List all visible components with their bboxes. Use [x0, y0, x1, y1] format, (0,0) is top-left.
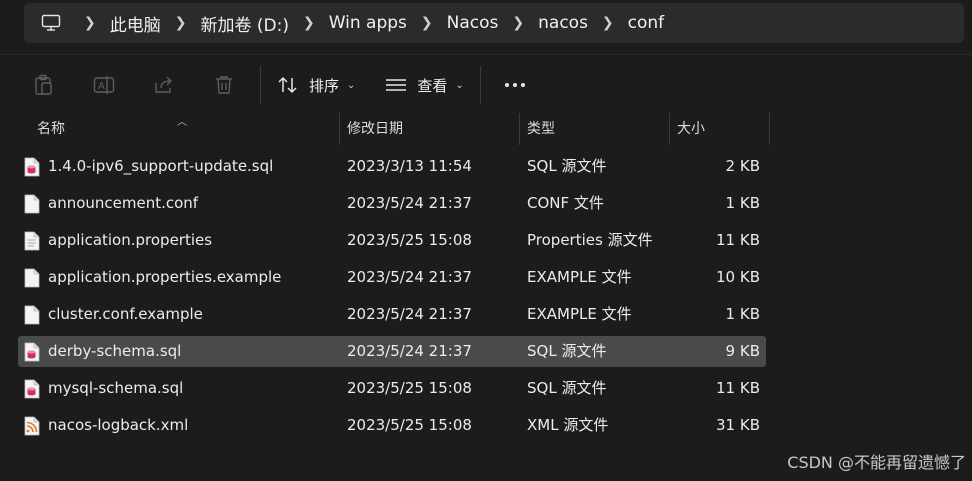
address-bar[interactable]: ❯ 此电脑 ❯ 新加卷 (D:) ❯ Win apps ❯ Nacos ❯ na…	[24, 3, 964, 43]
file-modified: 2023/5/24 21:37	[347, 342, 472, 360]
file-modified: 2023/5/25 15:08	[347, 416, 472, 434]
file-row-selected[interactable]: derby-schema.sql 2023/5/24 21:37 SQL 源文件…	[18, 336, 766, 367]
blank-file-icon	[24, 268, 40, 288]
file-modified: 2023/5/24 21:37	[347, 268, 472, 286]
file-type: XML 源文件	[527, 416, 609, 434]
breadcrumb-drive-d[interactable]: 新加卷 (D:)	[200, 11, 289, 36]
delete-icon[interactable]	[194, 65, 254, 105]
file-type: Properties 源文件	[527, 231, 653, 249]
file-name: derby-schema.sql	[48, 342, 182, 360]
command-bar: A 排序 ⌄ 查看 ⌄	[0, 54, 972, 115]
column-header-row: ︿ 名称 修改日期 类型 大小	[0, 113, 972, 145]
toolbar-divider	[479, 66, 481, 104]
file-row[interactable]: cluster.conf.example 2023/5/24 21:37 EXA…	[18, 299, 766, 330]
column-resize-handle[interactable]	[519, 113, 520, 145]
chevron-right-icon[interactable]: ❯	[421, 15, 433, 31]
file-size: 31 KB	[716, 416, 760, 434]
file-size: 2 KB	[725, 157, 760, 175]
file-modified: 2023/5/25 15:08	[347, 379, 472, 397]
file-type: SQL 源文件	[527, 157, 607, 175]
column-header-modified[interactable]: 修改日期	[347, 113, 403, 145]
xml-file-icon	[24, 416, 40, 436]
sql-file-icon	[24, 157, 40, 177]
file-row[interactable]: announcement.conf 2023/5/24 21:37 CONF 文…	[18, 188, 766, 219]
column-header-type[interactable]: 类型	[527, 113, 555, 145]
file-row[interactable]: application.properties 2023/5/25 15:08 P…	[18, 225, 766, 256]
file-size: 1 KB	[725, 194, 760, 212]
column-resize-handle[interactable]	[769, 113, 770, 145]
sort-label: 排序	[309, 76, 340, 95]
file-size: 11 KB	[716, 379, 760, 397]
file-name: 1.4.0-ipv6_support-update.sql	[48, 157, 274, 175]
text-file-icon	[24, 231, 40, 251]
sort-icon	[277, 76, 299, 94]
file-name: application.properties	[48, 231, 213, 249]
file-name: announcement.conf	[48, 194, 199, 212]
share-icon[interactable]	[134, 65, 194, 105]
chevron-right-icon[interactable]: ❯	[303, 15, 315, 31]
file-modified: 2023/5/24 21:37	[347, 305, 472, 323]
breadcrumb-this-pc[interactable]: 此电脑	[110, 11, 161, 36]
file-size: 11 KB	[716, 231, 760, 249]
view-list-icon	[385, 77, 407, 93]
blank-file-icon	[24, 194, 40, 214]
file-modified: 2023/5/25 15:08	[347, 231, 472, 249]
file-modified: 2023/5/24 21:37	[347, 194, 472, 212]
chevron-right-icon[interactable]: ❯	[175, 15, 187, 31]
file-type: CONF 文件	[527, 194, 604, 212]
column-resize-handle[interactable]	[339, 113, 340, 145]
this-pc-icon[interactable]	[40, 12, 62, 34]
file-row[interactable]: mysql-schema.sql 2023/5/25 15:08 SQL 源文件…	[18, 373, 766, 404]
file-type: SQL 源文件	[527, 342, 607, 360]
file-row[interactable]: nacos-logback.xml 2023/5/25 15:08 XML 源文…	[18, 410, 766, 441]
breadcrumb-conf[interactable]: conf	[628, 13, 665, 33]
file-list: 1.4.0-ipv6_support-update.sql 2023/3/13 …	[18, 151, 766, 447]
file-type: EXAMPLE 文件	[527, 268, 632, 286]
paste-icon[interactable]	[14, 65, 74, 105]
sql-file-icon	[24, 379, 40, 399]
sql-file-icon	[24, 342, 40, 362]
file-size: 10 KB	[716, 268, 760, 286]
file-type: SQL 源文件	[527, 379, 607, 397]
chevron-down-icon: ⌄	[455, 79, 464, 91]
file-name: cluster.conf.example	[48, 305, 203, 323]
file-name: nacos-logback.xml	[48, 416, 189, 434]
file-size: 9 KB	[725, 342, 760, 360]
column-header-name[interactable]: 名称	[37, 113, 65, 145]
chevron-down-icon: ⌄	[347, 79, 356, 91]
file-type: EXAMPLE 文件	[527, 305, 632, 323]
view-label: 查看	[417, 76, 448, 95]
column-resize-handle[interactable]	[669, 113, 670, 145]
blank-file-icon	[24, 305, 40, 325]
chevron-right-icon[interactable]: ❯	[84, 15, 96, 31]
breadcrumb-nacos[interactable]: nacos	[538, 13, 588, 33]
view-button[interactable]: 查看 ⌄	[375, 65, 473, 105]
more-options-icon[interactable]	[487, 65, 543, 105]
toolbar-divider	[260, 66, 261, 104]
watermark-text: CSDN @不能再留遗憾了	[787, 453, 966, 472]
file-row[interactable]: application.properties.example 2023/5/24…	[18, 262, 766, 293]
chevron-right-icon[interactable]: ❯	[512, 15, 524, 31]
file-name: application.properties.example	[48, 268, 282, 286]
breadcrumb-win-apps[interactable]: Win apps	[329, 13, 407, 33]
sort-button[interactable]: 排序 ⌄	[267, 65, 365, 105]
column-header-size[interactable]: 大小	[677, 113, 705, 145]
file-row[interactable]: 1.4.0-ipv6_support-update.sql 2023/3/13 …	[18, 151, 766, 182]
breadcrumb-nacos-upper[interactable]: Nacos	[447, 13, 499, 33]
sort-ascending-icon: ︿	[177, 117, 187, 128]
file-size: 1 KB	[725, 305, 760, 323]
rename-icon[interactable]: A	[74, 65, 134, 105]
file-name: mysql-schema.sql	[48, 379, 184, 397]
file-modified: 2023/3/13 11:54	[347, 157, 472, 175]
svg-text:A: A	[98, 81, 105, 92]
chevron-right-icon[interactable]: ❯	[602, 15, 614, 31]
